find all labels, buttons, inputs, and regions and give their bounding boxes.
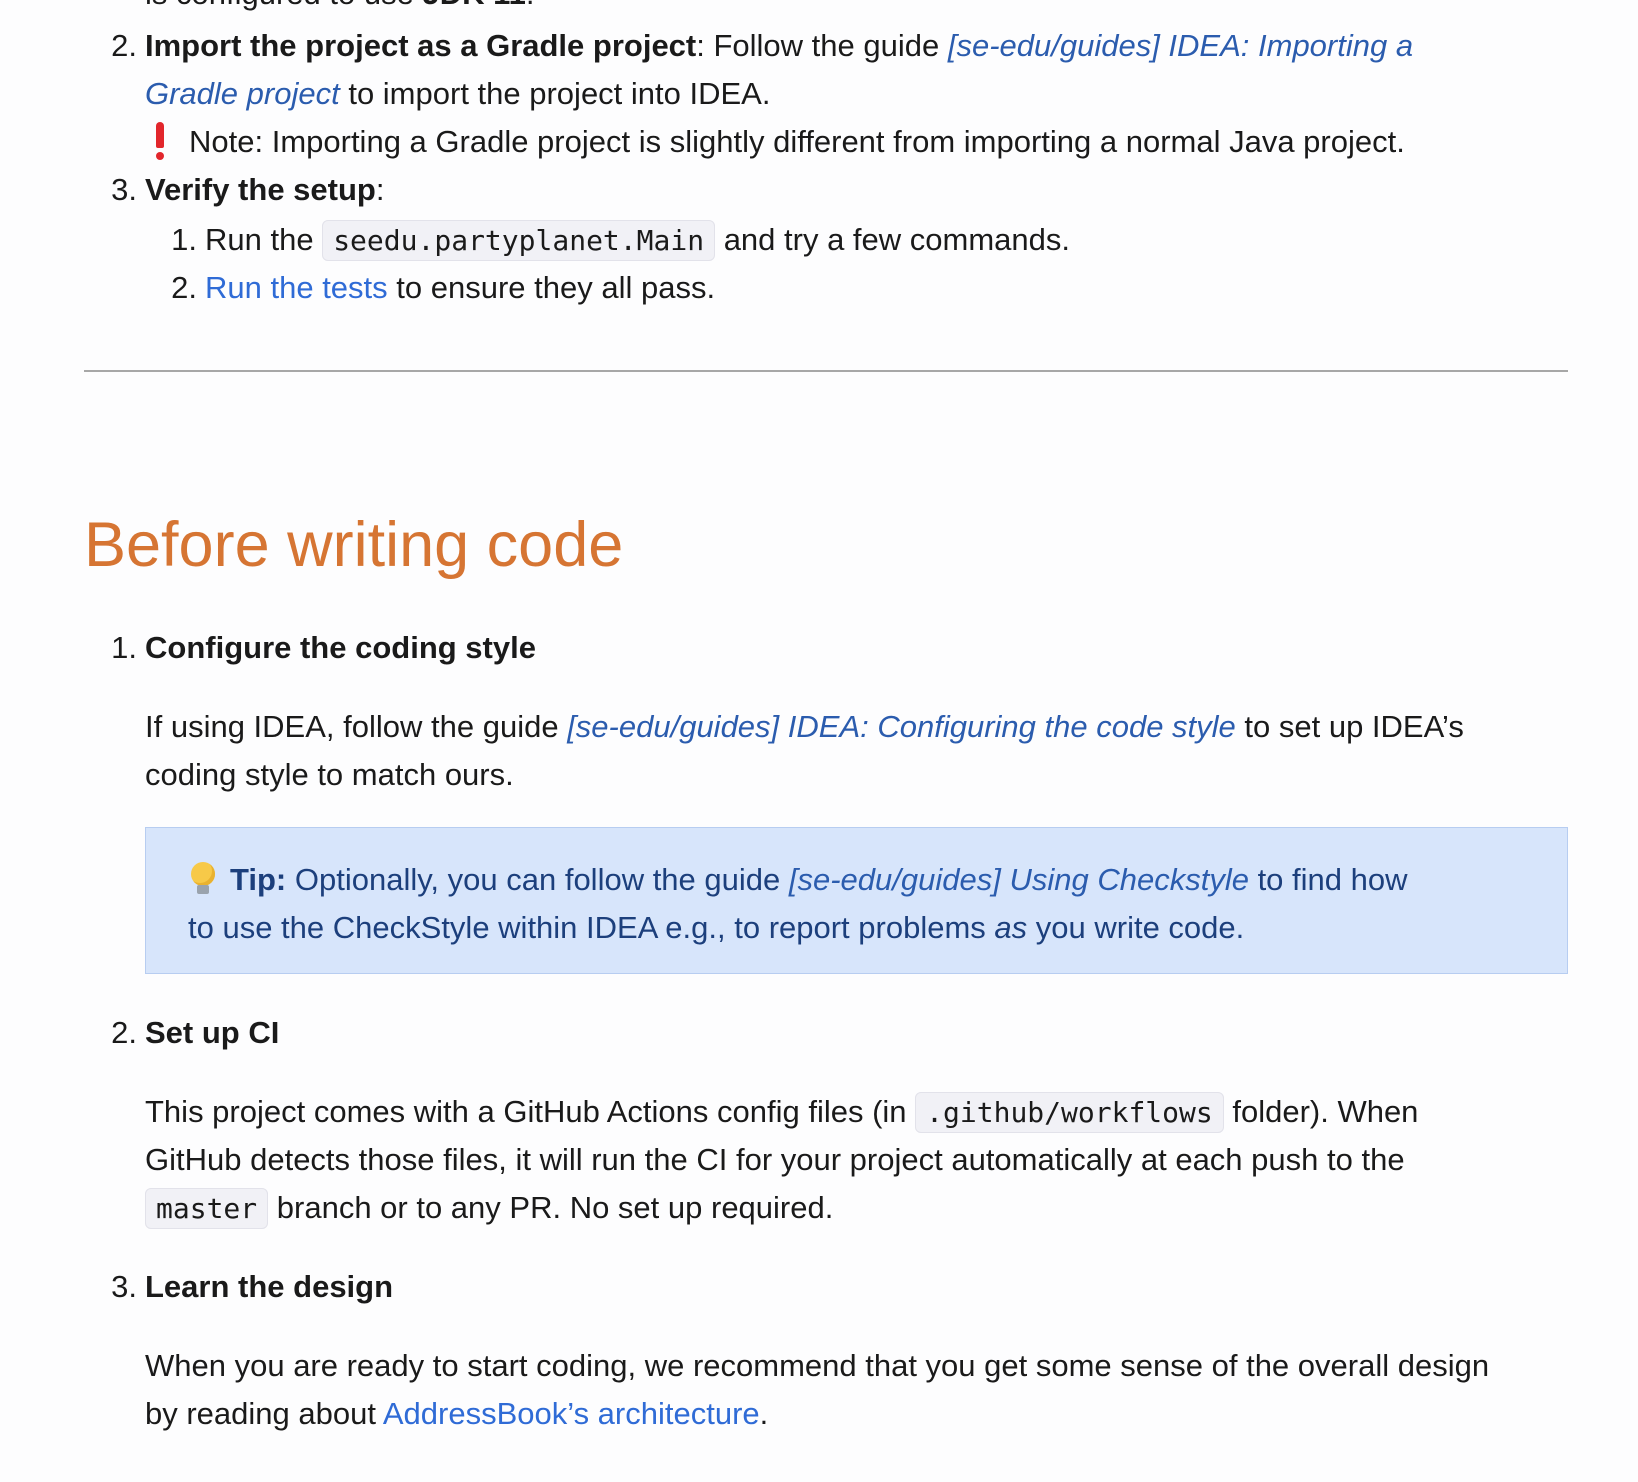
tip-box: Tip: Optionally, you can follow the guid… xyxy=(145,827,1568,974)
step-verify-setup: Verify the setup: xyxy=(145,172,385,207)
ci-paragraph-line2: GitHub detects those files, it will run … xyxy=(145,1142,1405,1177)
ci-paragraph-line3: master branch or to any PR. No set up re… xyxy=(145,1184,833,1233)
item-title-learn-design: Learn the design xyxy=(145,1269,394,1304)
list-number: 2. xyxy=(171,270,197,305)
list-number: 1. xyxy=(111,630,137,665)
list-number: 2. xyxy=(111,1015,137,1050)
step-import-gradle: Import the project as a Gradle project: … xyxy=(145,28,1414,63)
architecture-link[interactable]: AddressBook’s architecture xyxy=(383,1396,760,1431)
item-title-coding-style: Configure the coding style xyxy=(145,630,536,665)
document-page: is configured to use JDK 11. 2. Import t… xyxy=(0,0,1638,1482)
design-paragraph-line2: by reading about AddressBook’s architect… xyxy=(145,1396,769,1431)
run-tests-link[interactable]: Run the tests xyxy=(205,270,388,305)
verify-run-main: Run the seedu.partyplanet.Main and try a… xyxy=(205,216,1070,265)
ci-paragraph-line1: This project comes with a GitHub Actions… xyxy=(145,1088,1418,1137)
coding-style-paragraph-line2: coding style to match ours. xyxy=(145,757,514,792)
lightbulb-icon xyxy=(188,862,218,896)
list-number: 2. xyxy=(111,28,137,63)
step-import-gradle-line2: Gradle project to import the project int… xyxy=(145,76,771,111)
list-number: 3. xyxy=(111,1269,137,1304)
tip-label: Tip: xyxy=(230,862,287,897)
using-checkstyle-link[interactable]: [se-edu/guides] Using Checkstyle xyxy=(789,862,1249,897)
workflows-folder-code: .github/workflows xyxy=(915,1092,1224,1133)
master-branch-code: master xyxy=(145,1188,269,1229)
configuring-code-style-link[interactable]: [se-edu/guides] IDEA: Configuring the co… xyxy=(567,709,1236,744)
exclamation-icon xyxy=(155,122,165,160)
list-number: 1. xyxy=(171,222,197,257)
step-title: Import the project as a Gradle project xyxy=(145,28,697,63)
tip-line2: to use the CheckStyle within IDEA e.g., … xyxy=(188,910,1245,945)
main-class-code: seedu.partyplanet.Main xyxy=(322,220,716,261)
gradle-note: Note: Importing a Gradle project is slig… xyxy=(155,118,1405,166)
verify-run-tests: Run the tests to ensure they all pass. xyxy=(205,270,716,305)
list-number: 3. xyxy=(111,172,137,207)
design-paragraph-line1: When you are ready to start coding, we r… xyxy=(145,1348,1490,1383)
coding-style-paragraph: If using IDEA, follow the guide [se-edu/… xyxy=(145,709,1464,744)
top-cutoff-line: is configured to use JDK 11. xyxy=(145,0,534,18)
importing-gradle-link-cont[interactable]: Gradle project xyxy=(145,76,340,111)
step-title: Verify the setup xyxy=(145,172,376,207)
tip-line1: Tip: Optionally, you can follow the guid… xyxy=(188,856,1408,904)
section-heading: Before writing code xyxy=(84,510,624,580)
importing-gradle-link[interactable]: [se-edu/guides] IDEA: Importing a xyxy=(948,28,1413,63)
item-title-setup-ci: Set up CI xyxy=(145,1015,280,1050)
horizontal-divider xyxy=(84,370,1568,372)
